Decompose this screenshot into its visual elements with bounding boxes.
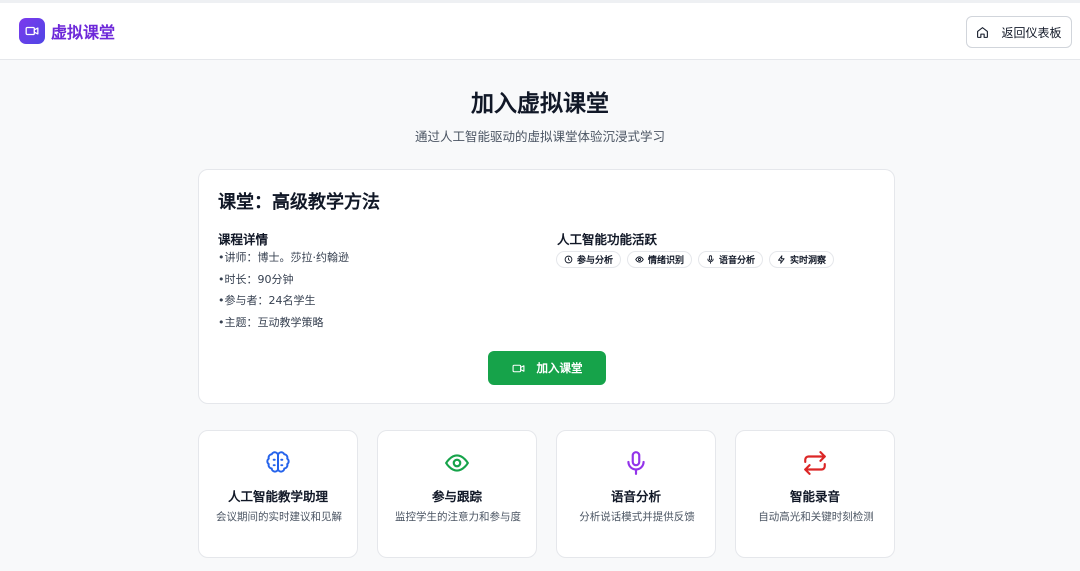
chip-engagement-analysis: 参与分析 (556, 251, 622, 268)
chip-label: 情绪识别 (648, 256, 685, 266)
app-logo[interactable]: 虚拟课堂 (19, 18, 115, 44)
mic-icon (627, 451, 645, 475)
chip-realtime-insights: 实时洞察 (769, 251, 835, 268)
top-bar: 虚拟课堂 返回仪表板 (0, 0, 1080, 60)
eye-icon (635, 256, 644, 263)
activity-icon (564, 255, 573, 264)
app-name: 虚拟课堂 (51, 23, 116, 42)
back-to-dashboard-button[interactable]: 返回仪表板 (966, 16, 1072, 48)
course-details-list: •讲师：博士。莎拉·约翰逊 •时长：90分钟 •参与者：24名学生 •主题：互动… (218, 250, 349, 337)
eye-icon (444, 454, 470, 472)
chip-label: 参与分析 (577, 256, 614, 266)
feature-description: 监控学生的注意力和参与度 (395, 511, 521, 523)
ai-features-heading: 人工智能功能活跃 (557, 232, 658, 247)
feature-title: 智能录音 (789, 489, 840, 504)
chip-label: 实时洞察 (790, 256, 827, 266)
detail-instructor: •讲师：博士。莎拉·约翰逊 (218, 251, 349, 264)
video-camera-icon (19, 18, 45, 44)
zap-icon (778, 255, 785, 264)
feature-title: 参与跟踪 (431, 489, 482, 504)
class-title: 课堂：高级教学方法 (218, 192, 380, 213)
feature-card-ai-assistant: 人工智能教学助理 会议期间的实时建议和见解 (198, 430, 358, 558)
feature-description: 分析说话模式并提供反馈 (579, 511, 695, 523)
video-camera-icon (512, 364, 524, 372)
home-icon (977, 26, 989, 38)
chip-label: 语音分析 (719, 256, 756, 266)
detail-participants: •参与者：24名学生 (218, 294, 316, 308)
repeat-icon (804, 451, 826, 475)
feature-cards: 人工智能教学助理 会议期间的实时建议和见解 参与跟踪 监控学生的注意力和参与度 … (198, 430, 895, 558)
class-card: 课堂：高级教学方法 课程详情 •讲师：博士。莎拉·约翰逊 •时长：90分钟 •参… (198, 169, 895, 404)
page-subtitle: 通过人工智能驱动的虚拟课堂体验沉浸式学习 (414, 129, 665, 144)
join-class-button[interactable]: 加入课堂 (488, 351, 606, 385)
feature-title: 语音分析 (610, 489, 661, 504)
feature-card-engagement-tracking: 参与跟踪 监控学生的注意力和参与度 (377, 430, 537, 558)
feature-card-smart-recording: 智能录音 自动高光和关键时刻检测 (735, 430, 895, 558)
feature-title: 人工智能教学助理 (227, 489, 328, 504)
detail-duration: •时长：90分钟 (218, 272, 294, 286)
ai-feature-chips: 参与分析 情绪识别 语音分析 实时洞察 (556, 251, 840, 268)
brain-icon (266, 451, 290, 473)
course-details-heading: 课程详情 (218, 232, 269, 247)
join-button-label: 加入课堂 (536, 361, 583, 375)
page-title: 加入虚拟课堂 (471, 91, 609, 117)
feature-card-voice-analysis: 语音分析 分析说话模式并提供反馈 (556, 430, 716, 558)
chip-voice-analysis: 语音分析 (698, 251, 764, 268)
chip-emotion-recognition: 情绪识别 (627, 251, 693, 268)
mic-icon (707, 255, 714, 264)
feature-description: 自动高光和关键时刻检测 (758, 511, 874, 523)
feature-description: 会议期间的实时建议和见解 (216, 511, 342, 523)
back-button-label: 返回仪表板 (1001, 25, 1062, 40)
detail-topic: •主题：互动教学策略 (218, 316, 324, 330)
